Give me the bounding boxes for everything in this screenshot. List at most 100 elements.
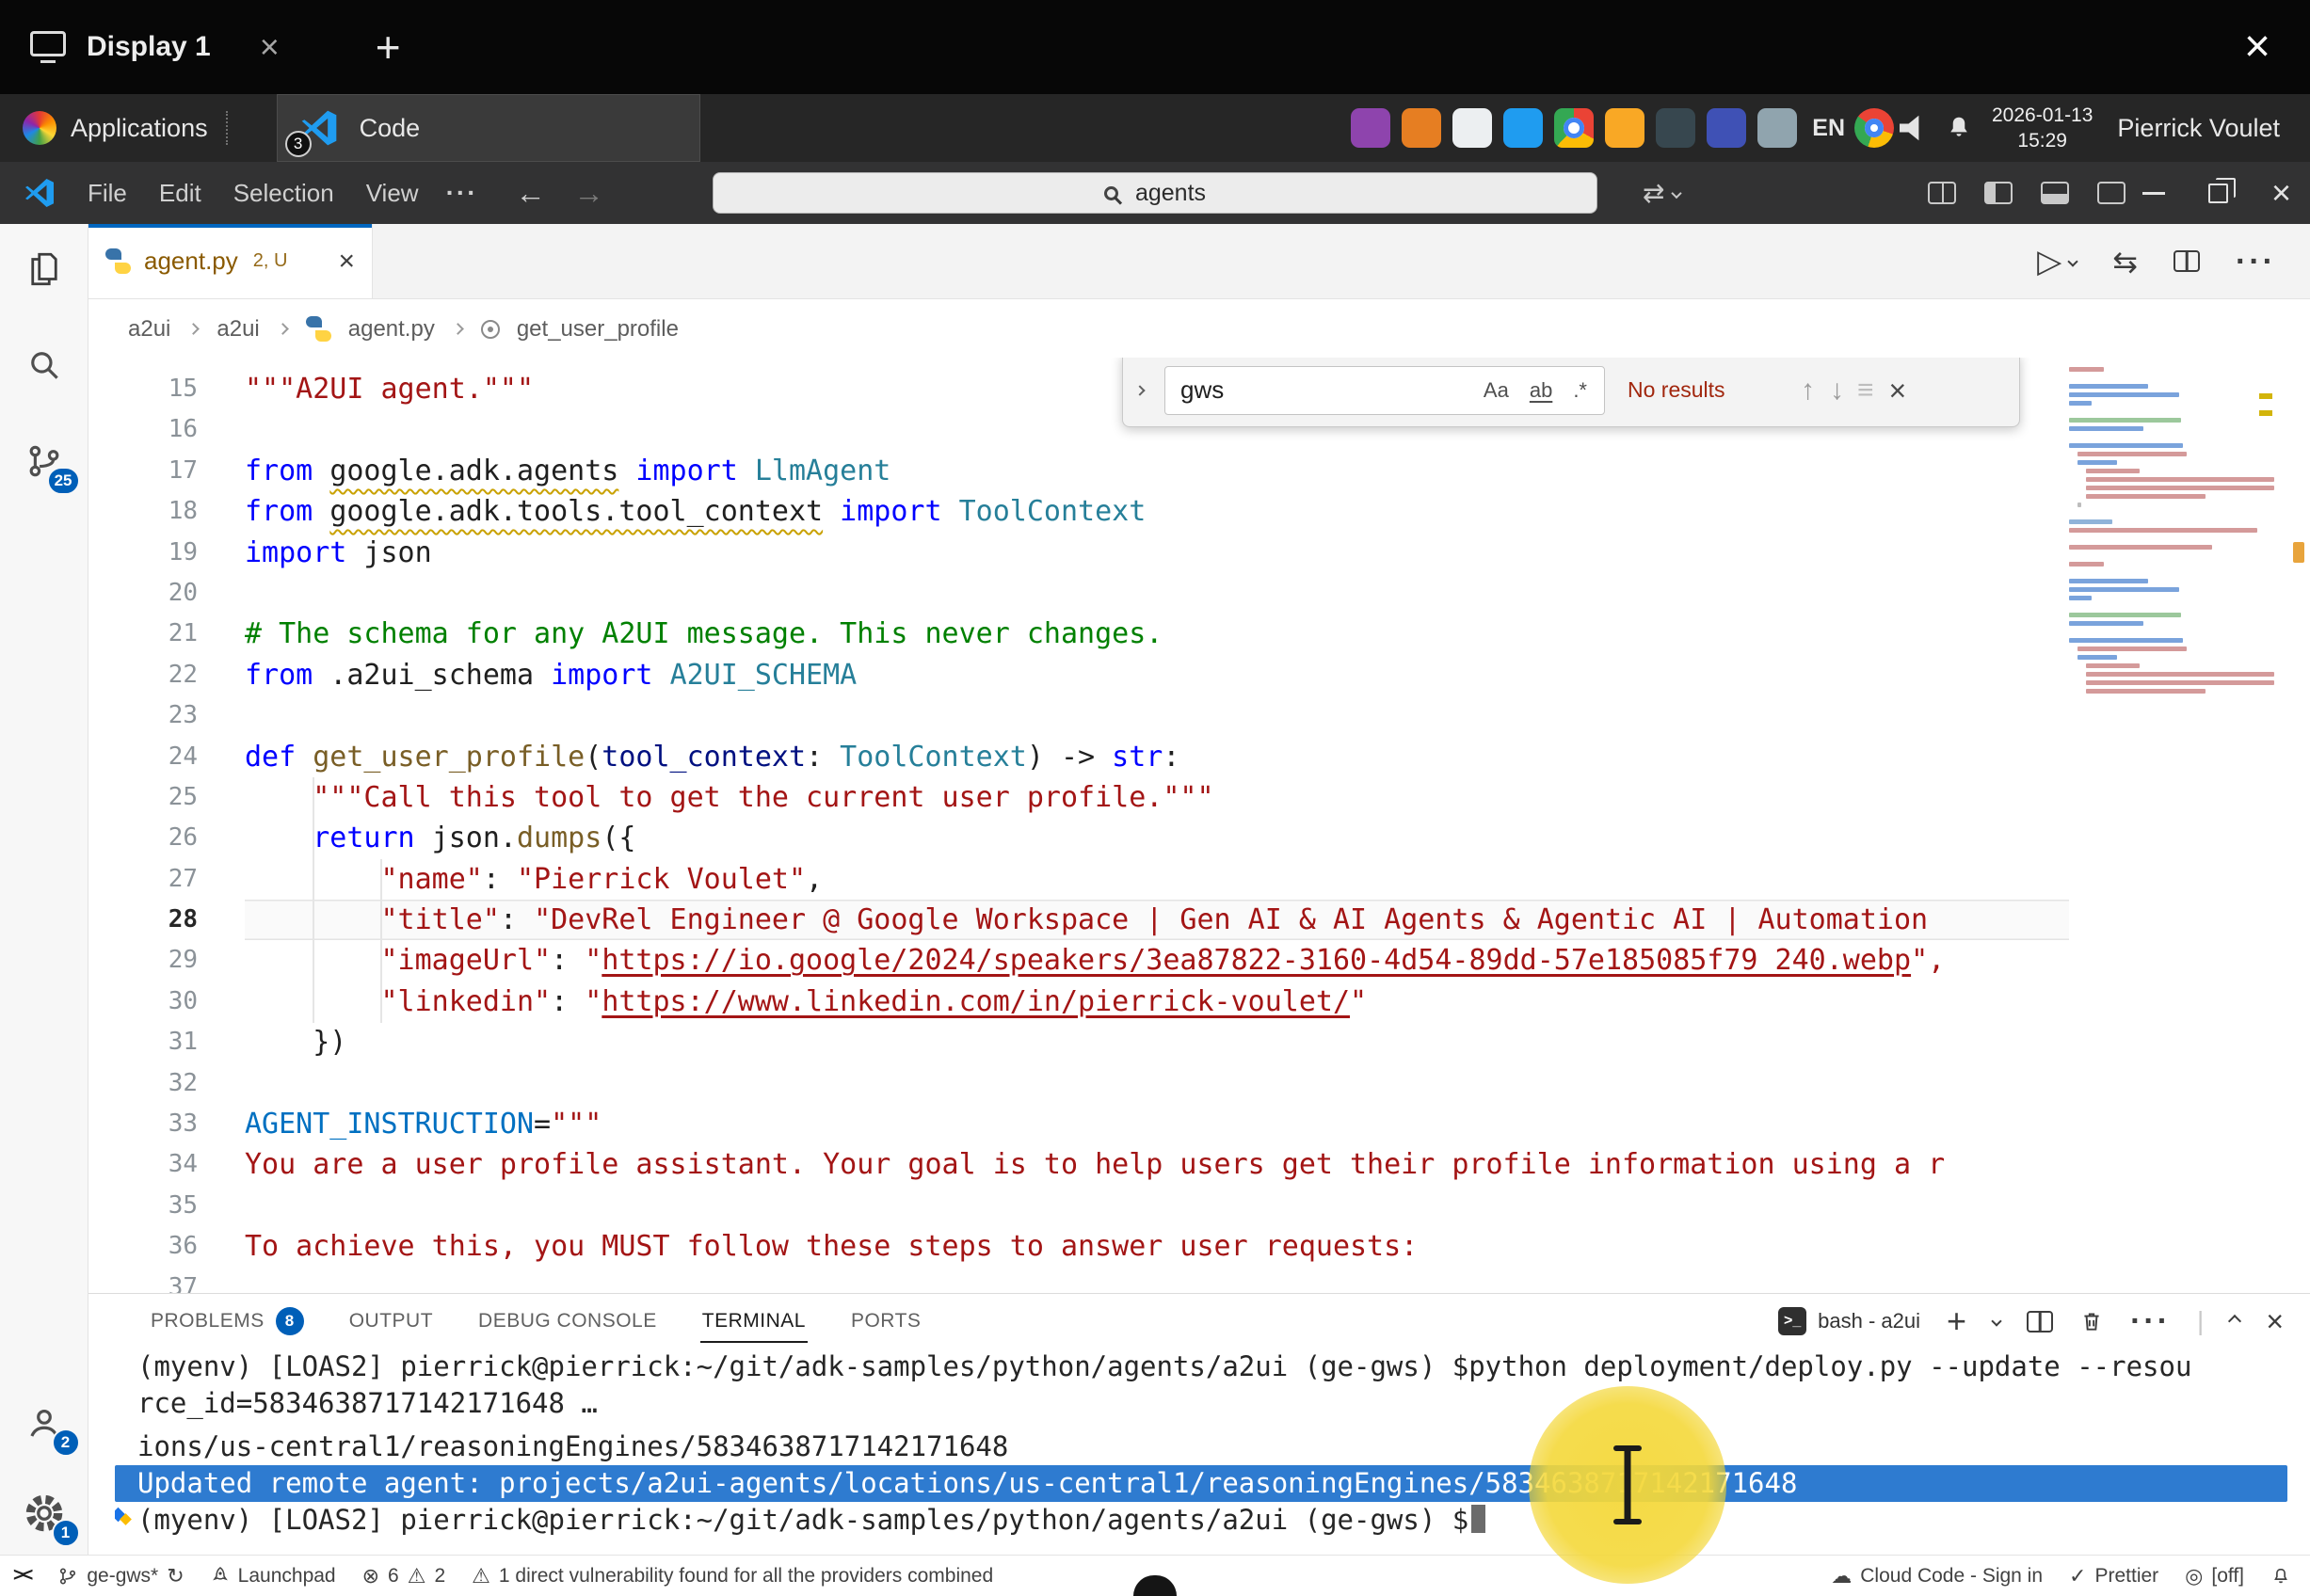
clock[interactable]: 2026-01-13 15:29 — [1992, 103, 2093, 154]
tab-close-icon[interactable]: × — [338, 247, 355, 276]
volume-icon[interactable] — [1900, 114, 1932, 142]
branch-status[interactable]: ge-gws* ↻ — [44, 1556, 197, 1596]
cloud-code-status[interactable]: ☁ Cloud Code - Sign in — [1818, 1556, 2056, 1596]
editor-code[interactable]: """A2UI agent."""from google.adk.agents … — [245, 369, 2069, 1293]
previous-match-icon[interactable]: ↑ — [1801, 376, 1815, 405]
layout-sidebar-right-icon[interactable] — [2097, 182, 2126, 204]
panel-tab-output[interactable]: OUTPUT — [330, 1294, 452, 1349]
terminal-content[interactable]: (myenv) [LOAS2] pierrick@pierrick:~/git/… — [115, 1349, 2287, 1551]
layout-grid-icon[interactable] — [1928, 182, 1956, 204]
split-editor-icon[interactable] — [2174, 250, 2200, 272]
more-menus-icon[interactable]: ··· — [435, 170, 489, 215]
new-display-tab-button[interactable]: + — [376, 25, 401, 69]
terminal-line: (myenv) [LOAS2] pierrick@pierrick:~/git/… — [115, 1349, 2287, 1385]
code-line: from google.adk.agents import LlmAgent — [245, 451, 2069, 491]
user-menu[interactable]: Pierrick Voulet — [2117, 114, 2280, 143]
panel-tab-debug-console[interactable]: DEBUG CONSOLE — [459, 1294, 676, 1349]
window-button-code[interactable]: 3 Code — [277, 94, 700, 162]
source-control-icon[interactable]: 25 — [14, 431, 74, 491]
remote-indicator[interactable]: >< — [0, 1556, 44, 1596]
tray-icon-vscode[interactable] — [1503, 108, 1543, 148]
breadcrumb-item[interactable]: a2ui — [217, 316, 259, 343]
run-python-file-button[interactable]: ▷ — [2037, 246, 2077, 278]
tray-icon-remmina[interactable] — [1351, 108, 1390, 148]
panel-tab-terminal[interactable]: TERMINAL — [683, 1294, 825, 1349]
editor-more-actions-icon[interactable]: ··· — [2236, 246, 2276, 278]
viewer-close-icon[interactable]: × — [2244, 24, 2270, 70]
menu-item-edit[interactable]: Edit — [143, 171, 217, 215]
terminal-line: Updated remote agent: projects/a2ui-agen… — [115, 1465, 2287, 1502]
tray-icon-files[interactable] — [1605, 108, 1644, 148]
problems-status[interactable]: ⊗ 6 ⚠ 2 — [349, 1556, 459, 1596]
new-terminal-icon[interactable]: + — [1947, 1304, 1966, 1338]
layout-customize-control[interactable]: ⇄ — [1643, 178, 1680, 209]
find-results-label: No results — [1628, 377, 1786, 403]
tab-agent-py[interactable]: agent.py 2, U × — [88, 224, 373, 298]
match-case-toggle[interactable]: Aa — [1476, 375, 1516, 407]
tray-icon-screenshot[interactable] — [1656, 108, 1695, 148]
toggle-replace-chevron-icon[interactable] — [1123, 358, 1157, 426]
breadcrumb-item[interactable]: a2ui — [128, 316, 170, 343]
line-number: 28 — [88, 900, 230, 940]
panel-tab-problems[interactable]: PROBLEMS8 — [132, 1294, 323, 1349]
search-icon — [1104, 186, 1118, 200]
search-sidebar-icon[interactable] — [14, 335, 74, 395]
tray-icon-display[interactable] — [1707, 108, 1746, 148]
tray-icon-chrome[interactable] — [1554, 108, 1594, 148]
settings-gear-icon[interactable]: 1 — [14, 1483, 74, 1543]
open-changes-icon[interactable]: ⇆ — [2112, 244, 2138, 279]
restore-icon[interactable] — [2208, 184, 2228, 203]
breadcrumb-item[interactable]: agent.py — [348, 316, 435, 343]
prettier-status[interactable]: ✓ Prettier — [2056, 1556, 2172, 1596]
close-panel-icon[interactable]: × — [2266, 1306, 2284, 1336]
accounts-icon[interactable]: 2 — [14, 1393, 74, 1453]
terminal-dropdown-chevron-icon[interactable] — [1991, 1316, 2001, 1326]
vulnerability-status[interactable]: ⚠ 1 direct vulnerability found for all t… — [458, 1556, 1006, 1596]
editor[interactable]: 1516171819202122232425262728293031323334… — [88, 358, 2310, 1293]
terminal-instance-chip[interactable]: >_ bash - a2ui — [1778, 1307, 1920, 1335]
maximize-panel-icon[interactable] — [2228, 1315, 2241, 1328]
menu-item-view[interactable]: View — [350, 171, 435, 215]
minimap[interactable] — [2069, 358, 2276, 697]
applications-menu[interactable]: Applications — [0, 94, 250, 162]
chevron-right-icon — [188, 323, 201, 335]
display-bar: Display 1 × + × — [0, 0, 2310, 94]
find-input[interactable]: gws Aa ab .* — [1164, 366, 1605, 415]
panel-more-actions-icon[interactable]: ··· — [2130, 1305, 2171, 1337]
display-tab-close-icon[interactable]: × — [260, 30, 280, 64]
display-tab[interactable]: Display 1 × — [0, 0, 310, 94]
panel-tab-ports[interactable]: PORTS — [832, 1294, 939, 1349]
launchpad-status[interactable]: Launchpad — [198, 1556, 349, 1596]
layout-panel-icon[interactable] — [2041, 182, 2069, 204]
split-terminal-icon[interactable] — [2027, 1311, 2053, 1333]
command-center[interactable]: agents — [713, 172, 1597, 214]
tray-icon-simplescreenrecorder[interactable] — [1402, 108, 1441, 148]
run-dropdown-chevron-icon[interactable] — [2068, 256, 2078, 266]
next-match-icon[interactable]: ↓ — [1830, 376, 1844, 405]
notifications-bell[interactable] — [2257, 1556, 2304, 1596]
menu-item-file[interactable]: File — [72, 171, 143, 215]
window-close-icon[interactable]: × — [2271, 176, 2291, 210]
regex-toggle[interactable]: .* — [1565, 375, 1595, 407]
minimize-icon[interactable] — [2142, 192, 2165, 195]
find-in-selection-icon[interactable]: ≡ — [1857, 376, 1874, 405]
launchpad-label: Launchpad — [238, 1565, 336, 1588]
screencast-status[interactable]: ◎ [off] — [2172, 1556, 2257, 1596]
keyboard-layout[interactable]: EN — [1812, 115, 1845, 142]
tray-icon-text-editor[interactable] — [1452, 108, 1492, 148]
cloud-icon: ☁ — [1831, 1566, 1852, 1587]
tray-icon-clipboard[interactable] — [1757, 108, 1797, 148]
find-close-icon[interactable]: × — [1889, 375, 1907, 406]
layout-sidebar-left-icon[interactable] — [1984, 182, 2013, 204]
breadcrumb-item[interactable]: get_user_profile — [517, 316, 679, 343]
chrome-icon[interactable] — [1854, 108, 1894, 148]
notifications-icon[interactable] — [1945, 114, 1973, 142]
chevron-right-icon — [277, 323, 289, 335]
whole-word-toggle[interactable]: ab — [1522, 375, 1560, 407]
menu-item-selection[interactable]: Selection — [217, 171, 350, 215]
navigate-back-icon[interactable]: ← — [516, 178, 546, 208]
explorer-icon[interactable] — [14, 239, 74, 299]
navigate-forward-icon[interactable]: → — [574, 178, 604, 208]
code-line: """Call this tool to get the current use… — [245, 777, 2069, 818]
kill-terminal-icon[interactable] — [2079, 1308, 2104, 1334]
